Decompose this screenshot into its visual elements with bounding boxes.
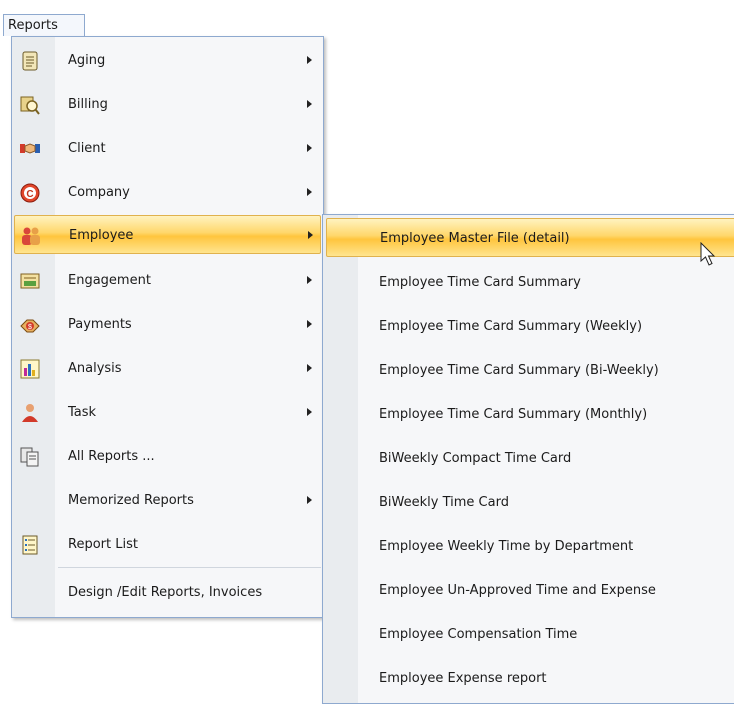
menu-item-label: Company [68,185,130,200]
menu-item-all-reports[interactable]: All Reports ... [14,437,321,476]
employee-submenu: Employee Master File (detail) Employee T… [322,214,734,704]
menu-item-label: Payments [68,317,132,332]
submenu-arrow-icon [308,231,313,239]
menu-item-company[interactable]: C Company [14,173,321,212]
menu-item-aging[interactable]: Aging [14,41,321,80]
submenu-arrow-icon [307,100,312,108]
menu-item-memorized-reports[interactable]: Memorized Reports [14,481,321,520]
list-icon [22,535,38,555]
menu-item-label: Billing [68,97,108,112]
menu-item-label: Design /Edit Reports, Invoices [68,585,263,600]
menu-item-task[interactable]: Task [14,393,321,432]
submenu-arrow-icon [307,496,312,504]
bar-chart-icon [20,359,40,379]
mouse-pointer-icon [700,242,716,266]
svg-text:C: C [26,189,33,200]
submenu-item-unapproved-time-expense[interactable]: Employee Un-Approved Time and Expense [326,571,734,610]
submenu-item-label: BiWeekly Compact Time Card [379,451,572,466]
submenu-item-label: Employee Master File (detail) [380,231,570,246]
submenu-item-biweekly-time-card[interactable]: BiWeekly Time Card [326,483,734,522]
submenu-item-employee-master-file[interactable]: Employee Master File (detail) [326,218,734,257]
task-person-icon [22,404,38,422]
menu-item-analysis[interactable]: Analysis [14,349,321,388]
employees-icon [22,227,40,245]
submenu-arrow-icon [307,408,312,416]
menu-item-billing[interactable]: Billing [14,85,321,124]
payments-icon: $ [20,319,40,333]
svg-text:$: $ [28,324,32,331]
menu-item-label: Task [68,405,97,420]
menu-separator [58,567,321,568]
submenu-item-label: Employee Un-Approved Time and Expense [379,583,656,598]
reports-dropdown: Aging Billing Client C Company Employee … [11,36,324,618]
submenu-item-time-card-summary[interactable]: Employee Time Card Summary [326,263,734,302]
menu-item-label: All Reports ... [68,449,155,464]
submenu-arrow-icon [307,320,312,328]
menu-item-engagement[interactable]: Engagement [14,261,321,300]
reports-menu[interactable]: Reports [3,14,85,36]
menu-item-label: Memorized Reports [68,493,194,508]
menu-item-payments[interactable]: $ Payments [14,305,321,344]
submenu-item-weekly-time-by-department[interactable]: Employee Weekly Time by Department [326,527,734,566]
submenu-item-expense-report[interactable]: Employee Expense report [326,659,734,698]
menu-item-client[interactable]: Client [14,129,321,168]
menu-item-report-list[interactable]: Report List [14,525,321,564]
submenu-arrow-icon [307,56,312,64]
submenu-item-label: Employee Time Card Summary (Bi-Weekly) [379,363,659,378]
submenu-arrow-icon [307,188,312,196]
handshake-icon [20,143,40,154]
reports-menu-label: Reports [8,18,58,33]
menu-item-label: Employee [69,228,134,243]
menu-item-label: Report List [68,537,138,552]
document-icon [22,51,38,71]
menu-item-employee[interactable]: Employee [14,215,321,254]
menu-item-design-edit-reports[interactable]: Design /Edit Reports, Invoices [14,573,321,612]
submenu-item-compensation-time[interactable]: Employee Compensation Time [326,615,734,654]
submenu-item-label: Employee Weekly Time by Department [379,539,634,554]
submenu-item-time-card-summary-monthly[interactable]: Employee Time Card Summary (Monthly) [326,395,734,434]
company-c-icon: C [20,183,40,203]
submenu-item-label: Employee Time Card Summary (Weekly) [379,319,643,334]
menu-item-label: Aging [68,53,106,68]
submenu-item-time-card-summary-biweekly[interactable]: Employee Time Card Summary (Bi-Weekly) [326,351,734,390]
engagement-icon [20,273,40,289]
submenu-arrow-icon [307,276,312,284]
menu-item-label: Analysis [68,361,122,376]
menu-item-label: Client [68,141,106,156]
submenu-arrow-icon [307,364,312,372]
billing-search-icon [20,96,40,115]
submenu-item-label: Employee Expense report [379,671,547,686]
submenu-item-label: Employee Compensation Time [379,627,578,642]
submenu-item-biweekly-compact-time-card[interactable]: BiWeekly Compact Time Card [326,439,734,478]
menu-item-label: Engagement [68,273,151,288]
submenu-item-label: Employee Time Card Summary [379,275,581,290]
submenu-item-label: Employee Time Card Summary (Monthly) [379,407,648,422]
submenu-arrow-icon [307,144,312,152]
documents-icon [20,447,39,467]
submenu-item-time-card-summary-weekly[interactable]: Employee Time Card Summary (Weekly) [326,307,734,346]
submenu-item-label: BiWeekly Time Card [379,495,509,510]
